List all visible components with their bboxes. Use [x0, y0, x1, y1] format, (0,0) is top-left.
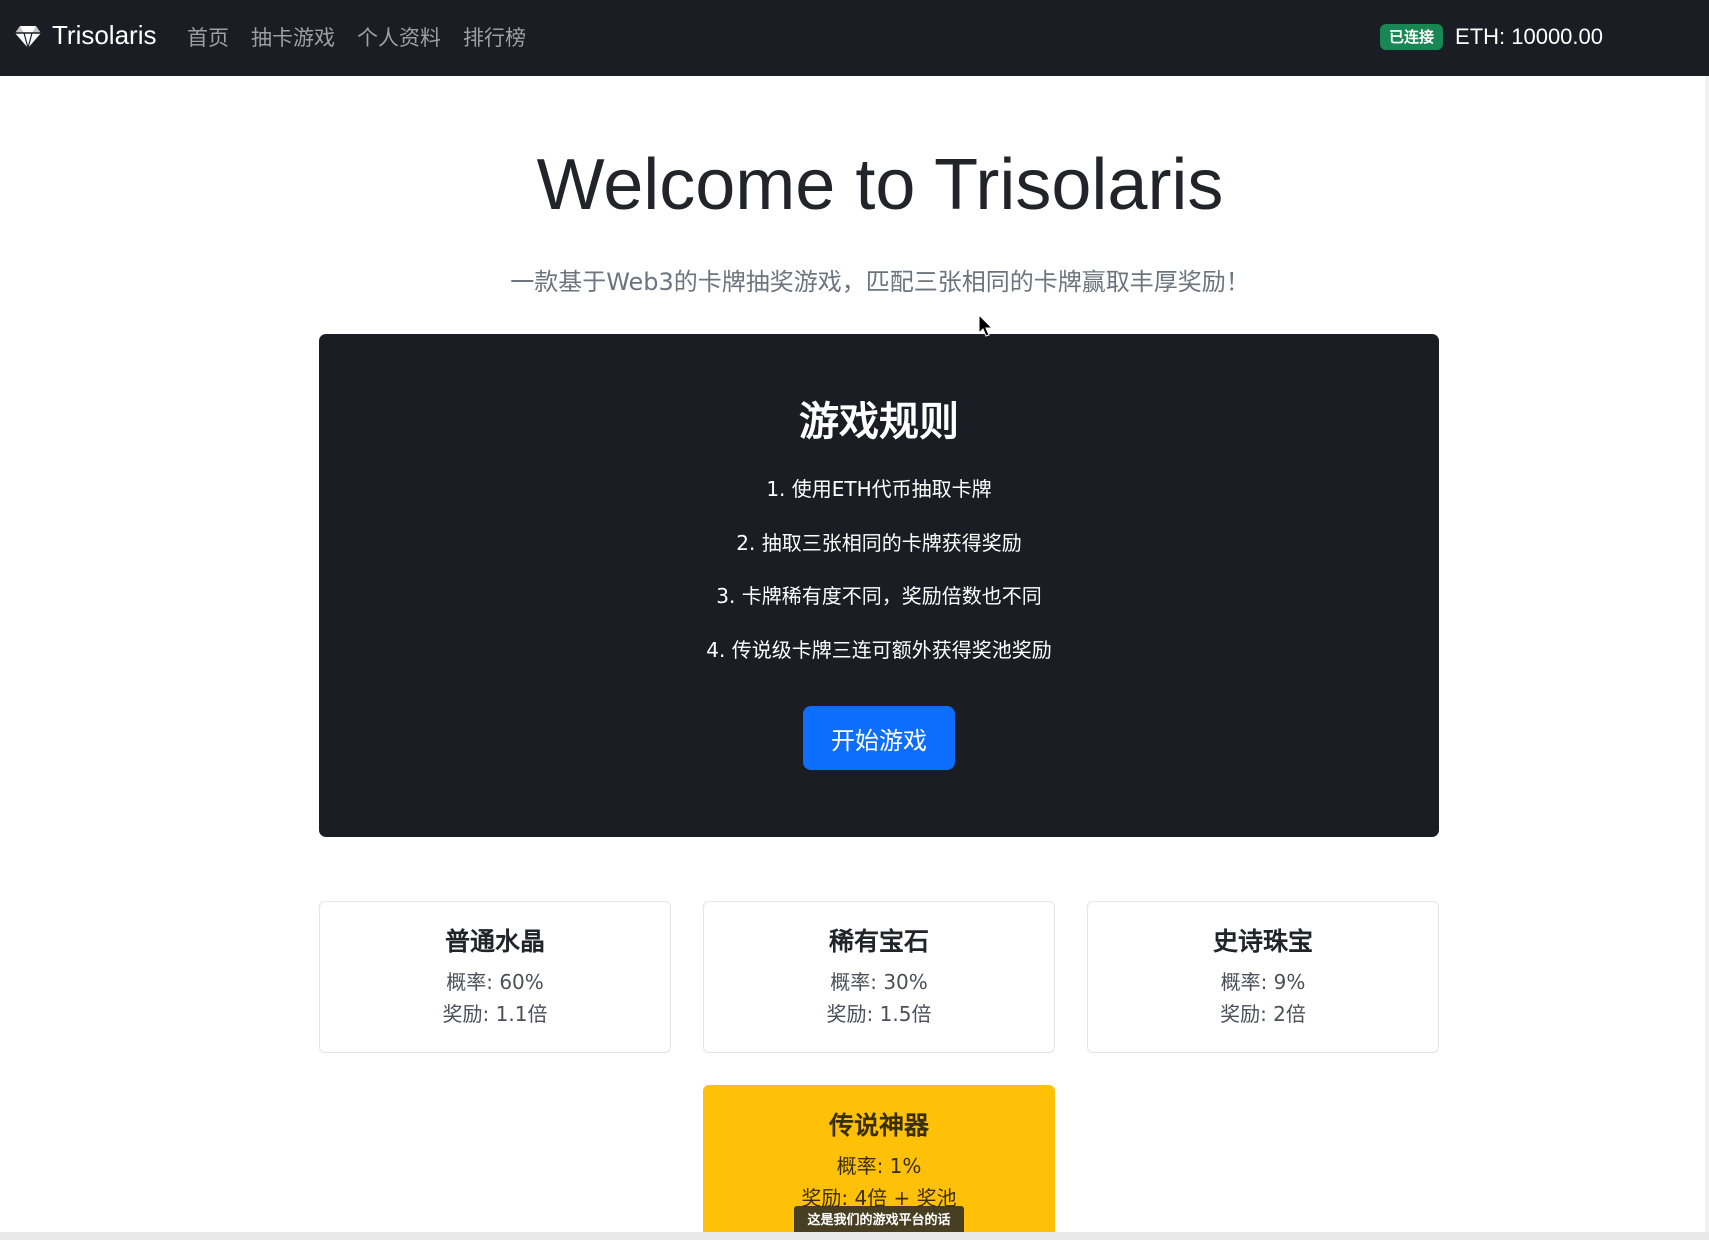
- card-title: 普通水晶: [444, 927, 545, 956]
- card-title: 史诗珠宝: [1212, 927, 1313, 956]
- card-epic-jewel: 史诗珠宝 概率: 9% 奖励: 2倍: [1087, 901, 1439, 1053]
- nav-link-leaderboard[interactable]: 排行榜: [463, 22, 526, 54]
- card-reward: 奖励: 1.1倍: [442, 1002, 548, 1026]
- rules-list: 1. 使用ETH代币抽取卡牌 2. 抽取三张相同的卡牌获得奖励 3. 卡牌稀有度…: [319, 474, 1439, 688]
- card-title: 传说神器: [828, 1111, 929, 1140]
- card-probability: 概率: 9%: [1220, 970, 1306, 994]
- page-subtitle: 一款基于Web3的卡牌抽奖游戏，匹配三张相同的卡牌赢取丰厚奖励！: [510, 268, 1250, 296]
- scrollbar-track[interactable]: [1705, 76, 1709, 1240]
- card-probability: 概率: 60%: [446, 970, 544, 994]
- card-rare-gem: 稀有宝石 概率: 30% 奖励: 1.5倍: [703, 901, 1055, 1053]
- nav-link-profile[interactable]: 个人资料: [357, 22, 441, 54]
- start-game-button[interactable]: 开始游戏: [803, 706, 955, 770]
- connected-badge: 已连接: [1380, 24, 1444, 50]
- top-navbar: Trisolaris 首页 抽卡游戏 个人资料 排行榜 已连接 ETH: 100…: [0, 0, 1709, 76]
- rule-item: 4. 传说级卡牌三连可额外获得奖池奖励: [706, 637, 1052, 662]
- page-title: Welcome to Trisolaris: [536, 145, 1224, 225]
- nav-link-gacha[interactable]: 抽卡游戏: [251, 22, 335, 54]
- brand-link[interactable]: Trisolaris: [14, 20, 156, 51]
- rule-item: 1. 使用ETH代币抽取卡牌: [766, 477, 992, 501]
- nav-links: 首页 抽卡游戏 个人资料 排行榜: [187, 22, 526, 54]
- gem-icon: [15, 25, 41, 48]
- card-common-crystal: 普通水晶 概率: 60% 奖励: 1.1倍: [319, 901, 671, 1053]
- game-rules-panel: 游戏规则 1. 使用ETH代币抽取卡牌 2. 抽取三张相同的卡牌获得奖励 3. …: [319, 334, 1439, 837]
- card-title: 稀有宝石: [828, 927, 929, 956]
- bottom-edge: [0, 1232, 1709, 1240]
- nav-link-home[interactable]: 首页: [187, 22, 229, 54]
- wallet-status: 已连接 ETH: 10000.00: [1380, 24, 1603, 50]
- mouse-cursor-icon: [978, 314, 994, 337]
- card-reward: 奖励: 2倍: [1220, 1002, 1306, 1026]
- rule-item: 3. 卡牌稀有度不同，奖励倍数也不同: [716, 584, 1042, 608]
- card-probability: 概率: 30%: [830, 970, 928, 994]
- card-reward: 奖励: 1.5倍: [826, 1002, 932, 1026]
- brand-name: Trisolaris: [52, 20, 157, 50]
- eth-balance: ETH: 10000.00: [1455, 24, 1603, 49]
- card-probability: 概率: 1%: [836, 1154, 922, 1178]
- rules-title: 游戏规则: [799, 399, 959, 445]
- rule-item: 2. 抽取三张相同的卡牌获得奖励: [736, 530, 1022, 555]
